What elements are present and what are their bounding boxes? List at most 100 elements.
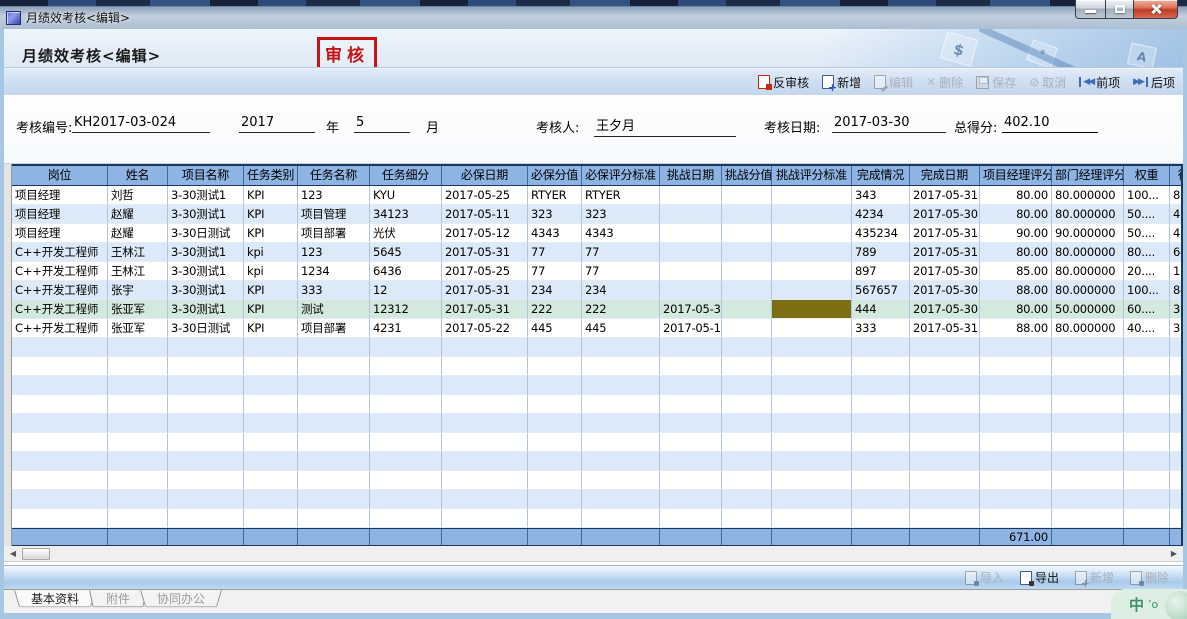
table-cell[interactable]: 16. [1170, 262, 1183, 281]
table-cell[interactable]: 2017-05-30 [910, 300, 980, 319]
scroll-left-icon[interactable]: ◀ [6, 548, 20, 560]
table-cell[interactable] [298, 452, 370, 471]
column-header[interactable]: 必保分值 [528, 166, 582, 185]
column-header[interactable]: 必保日期 [442, 166, 528, 185]
table-cell[interactable] [1052, 376, 1124, 395]
table-cell[interactable]: 84. [1170, 281, 1183, 300]
column-header[interactable]: 姓名 [108, 166, 168, 185]
table-cell[interactable]: 张亚军 [108, 300, 168, 319]
table-cell[interactable]: 3-30日测试 [168, 224, 244, 243]
table-cell[interactable]: 80.000000 [1052, 262, 1124, 281]
table-cell[interactable] [1052, 357, 1124, 376]
table-cell[interactable] [980, 376, 1052, 395]
table-cell[interactable] [442, 414, 528, 433]
table-cell[interactable] [168, 452, 244, 471]
table-cell[interactable] [442, 433, 528, 452]
table-cell[interactable] [722, 509, 772, 528]
table-cell[interactable]: 343 [852, 186, 910, 205]
table-cell[interactable]: 77 [528, 243, 582, 262]
table-cell[interactable] [772, 357, 852, 376]
table-cell[interactable] [1124, 509, 1170, 528]
table-cell[interactable] [980, 471, 1052, 490]
table-cell[interactable] [852, 509, 910, 528]
table-cell[interactable] [1170, 395, 1183, 414]
table-cell[interactable] [1052, 414, 1124, 433]
table-cell[interactable]: 2017-05-12 [442, 224, 528, 243]
table-cell[interactable] [1170, 376, 1183, 395]
table-cell[interactable]: 80.00 [980, 243, 1052, 262]
table-cell[interactable] [722, 452, 772, 471]
table-cell[interactable]: 333 [298, 281, 370, 300]
minimize-button[interactable] [1075, 0, 1105, 19]
table-cell[interactable] [108, 433, 168, 452]
table-cell[interactable] [660, 414, 722, 433]
table-cell[interactable] [168, 395, 244, 414]
table-cell[interactable]: 王林江 [108, 262, 168, 281]
table-cell[interactable] [298, 395, 370, 414]
table-cell[interactable] [108, 452, 168, 471]
table-cell[interactable] [108, 414, 168, 433]
table-cell[interactable]: 40.... [1124, 319, 1170, 338]
table-cell[interactable] [852, 433, 910, 452]
table-cell[interactable] [582, 414, 660, 433]
table-cell[interactable] [980, 433, 1052, 452]
table-cell[interactable] [298, 338, 370, 357]
exam-no-field[interactable]: KH2017-03-024 [72, 115, 210, 133]
table-cell[interactable]: 4343 [528, 224, 582, 243]
table-cell[interactable]: 2017-05-11 [442, 205, 528, 224]
table-cell[interactable] [772, 300, 852, 319]
table-cell[interactable]: 2017-05-12 [660, 319, 722, 338]
table-cell[interactable] [442, 509, 528, 528]
table-cell[interactable] [852, 395, 910, 414]
table-cell[interactable]: 测试 [298, 300, 370, 319]
table-cell[interactable]: 2017-05-31 [442, 243, 528, 262]
table-cell[interactable] [722, 281, 772, 300]
table-cell[interactable] [1124, 433, 1170, 452]
table-cell[interactable] [528, 357, 582, 376]
table-cell[interactable] [244, 376, 298, 395]
table-cell[interactable] [168, 433, 244, 452]
table-cell[interactable]: 567657 [852, 281, 910, 300]
column-header[interactable]: 挑战日期 [660, 166, 722, 185]
column-header[interactable]: 岗位 [12, 166, 108, 185]
table-cell[interactable] [1170, 471, 1183, 490]
assessor-field[interactable]: 王夕月 [594, 115, 736, 137]
table-cell[interactable]: 3-30测试1 [168, 262, 244, 281]
table-cell[interactable]: C++开发工程师 [12, 319, 108, 338]
table-cell[interactable]: 234 [582, 281, 660, 300]
table-cell[interactable] [660, 490, 722, 509]
year-field[interactable]: 2017 [239, 115, 315, 133]
table-cell[interactable] [772, 205, 852, 224]
table-cell[interactable]: 80.000000 [1052, 205, 1124, 224]
table-cell[interactable]: 323 [528, 205, 582, 224]
table-cell[interactable] [108, 490, 168, 509]
table-cell[interactable] [722, 471, 772, 490]
table-cell[interactable] [298, 376, 370, 395]
table-cell[interactable] [852, 490, 910, 509]
table-cell[interactable] [244, 395, 298, 414]
table-cell[interactable]: 2017-05-31 [910, 224, 980, 243]
table-cell[interactable] [370, 490, 442, 509]
table-cell[interactable] [12, 414, 108, 433]
table-cell[interactable] [12, 509, 108, 528]
table-cell[interactable]: 80.000000 [1052, 281, 1124, 300]
table-cell[interactable] [1170, 509, 1183, 528]
table-cell[interactable]: 333 [852, 319, 910, 338]
table-cell[interactable]: KYU [370, 186, 442, 205]
table-cell[interactable]: KPI [244, 300, 298, 319]
table-cell[interactable] [244, 490, 298, 509]
table-cell[interactable]: 77 [528, 262, 582, 281]
table-cell[interactable] [1052, 509, 1124, 528]
table-cell[interactable] [244, 357, 298, 376]
table-cell[interactable]: 60.... [1124, 300, 1170, 319]
table-cell[interactable] [852, 471, 910, 490]
table-cell[interactable] [528, 395, 582, 414]
table-cell[interactable] [1052, 490, 1124, 509]
table-cell[interactable] [660, 433, 722, 452]
table-cell[interactable] [980, 357, 1052, 376]
table-cell[interactable] [852, 414, 910, 433]
table-cell[interactable] [1124, 414, 1170, 433]
table-cell[interactable] [12, 490, 108, 509]
table-cell[interactable] [852, 357, 910, 376]
table-cell[interactable] [298, 414, 370, 433]
